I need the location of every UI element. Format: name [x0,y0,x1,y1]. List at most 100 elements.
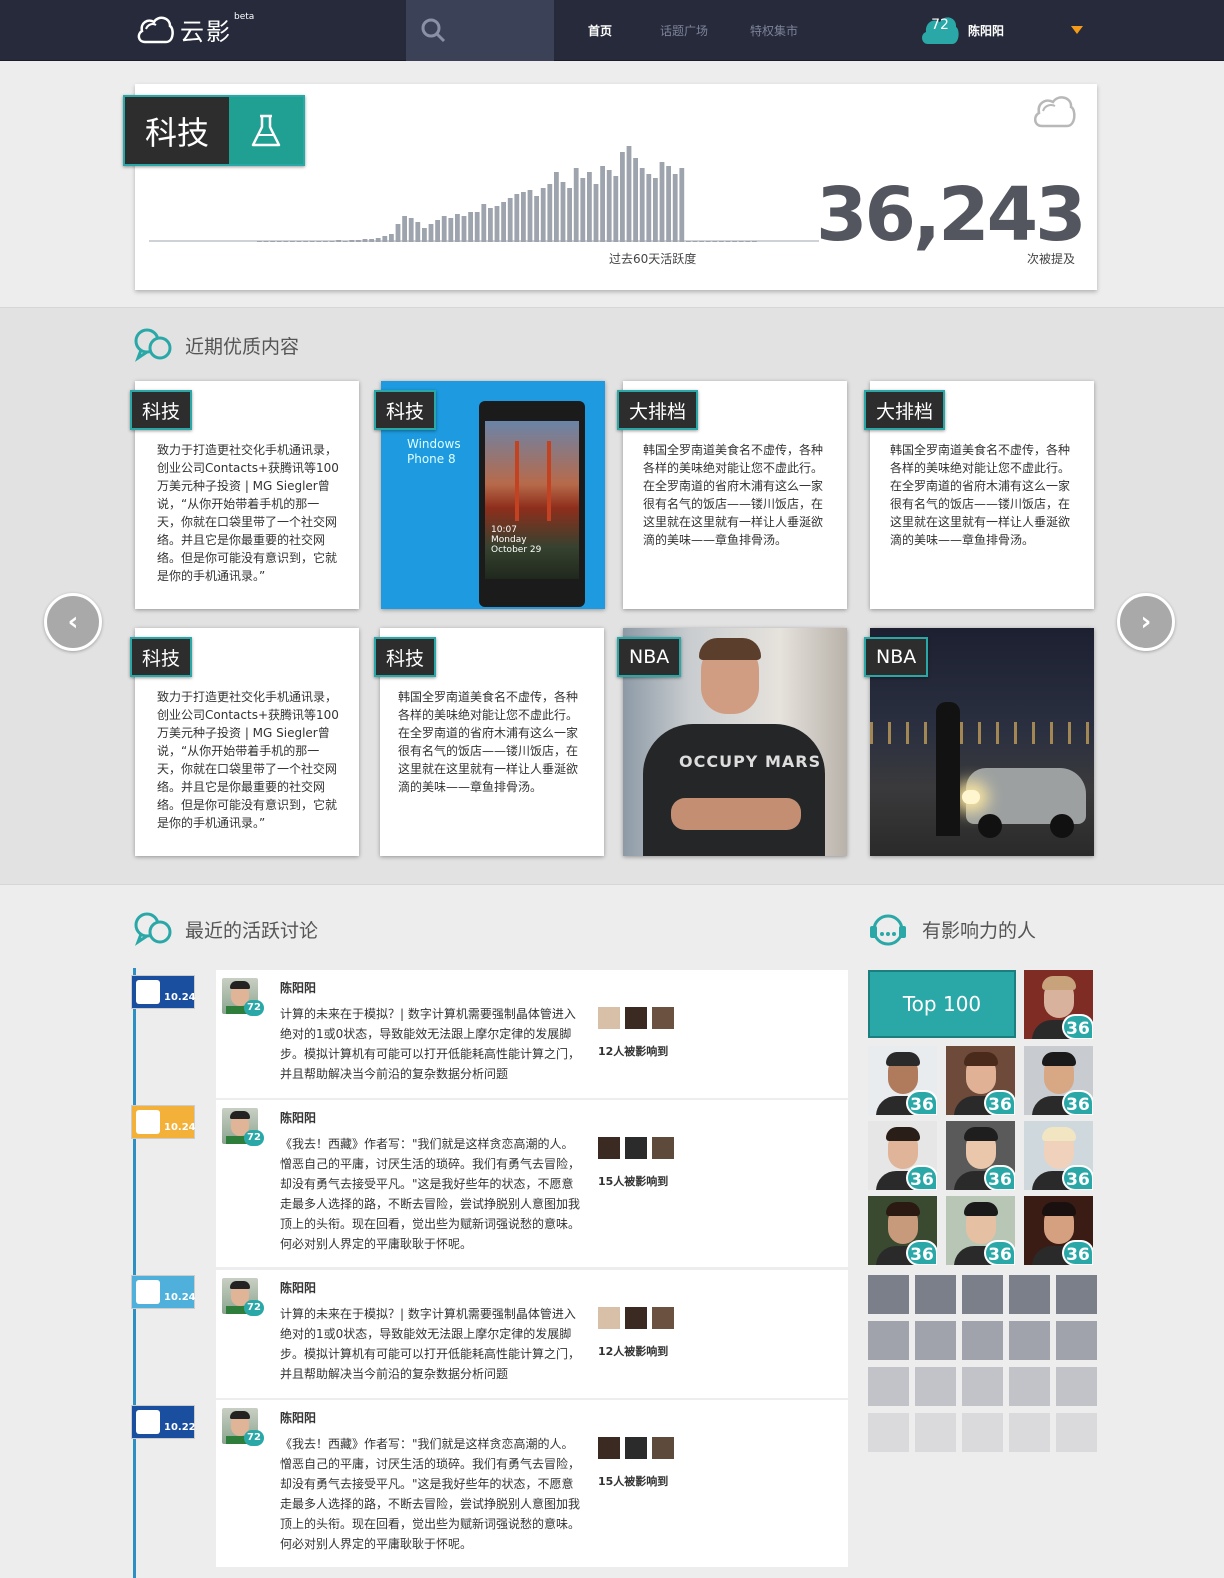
activity-bar [257,241,262,242]
activity-bar [580,178,586,242]
influencer-avatar[interactable]: 36 [1024,1196,1093,1265]
activity-bar [692,241,698,242]
avatar[interactable] [625,1437,647,1459]
logo[interactable]: 云影 beta [136,12,254,47]
placeholder-tile [1056,1321,1097,1360]
nav-topics[interactable]: 话题广场 [660,22,708,39]
avatar[interactable] [652,1007,674,1029]
avatar[interactable] [652,1307,674,1329]
poster-name[interactable]: 陈阳阳 [280,1409,316,1426]
discussion-item[interactable]: 72 陈阳阳 《我去！西藏》作者写："我们就是这样贪恋高潮的人。憎恶自己的平庸，讨厌… [216,1100,848,1267]
placeholder-tile [1056,1413,1097,1452]
poster-name[interactable]: 陈阳阳 [280,979,316,996]
influenced-avatars [598,1137,674,1159]
activity-bar [389,234,394,242]
post-text: 《我去！西藏》作者写："我们就是这样贪恋高潮的人。憎恶自己的平庸，讨厌生活的琐碎… [280,1437,581,1551]
activity-bar [461,216,467,242]
source-date-badge[interactable]: 10.24 [131,975,196,1009]
search-icon [421,18,446,43]
card-tag: 科技 [374,390,437,430]
influencer-avatar[interactable]: 36 [946,1121,1015,1190]
avatar[interactable] [625,1007,647,1029]
influencer-avatar[interactable]: 36 [1024,970,1093,1039]
avatar[interactable] [625,1307,647,1329]
influenced-avatars [598,1437,674,1459]
activity-bar [514,194,520,242]
activity-bar [666,166,671,242]
activity-bar [719,241,724,242]
avatar[interactable] [598,1307,620,1329]
avatar[interactable] [625,1137,647,1159]
activity-bar [560,182,566,242]
avatar-score: 72 [244,1000,264,1016]
influencer-avatar[interactable]: 36 [946,1196,1015,1265]
activity-bar [745,241,751,242]
influencer-avatar[interactable]: 36 [1024,1046,1093,1115]
influencer-score: 36 [906,1090,937,1115]
influenced-count: 15人被影响到 [598,1175,669,1188]
influencer-avatar[interactable]: 36 [868,1046,937,1115]
avatar[interactable] [598,1007,620,1029]
source-date-badge[interactable]: 10.22 [131,1405,196,1439]
post-text: 计算的未来在于模拟？| 数字计算机需要强制晶体管进入绝对的1或0状态，导致能效无… [280,1007,581,1081]
discussion-item[interactable]: 72 陈阳阳计算的未来在于模拟？| 数字计算机需要强制晶体管进入绝对的1或0状态，… [216,970,848,1098]
influencer-score: 36 [1062,1165,1093,1190]
placeholder-tile [962,1275,1003,1314]
activity-bar [705,241,711,242]
top100-button[interactable]: Top 100 [868,970,1016,1038]
activity-bar [699,241,704,242]
activity-bar [474,212,480,242]
influencer-avatar[interactable]: 36 [946,1046,1015,1115]
influencer-avatar[interactable]: 36 [868,1196,937,1265]
post-date: 10.22 [164,1422,196,1433]
influencers-section-title: 有影响力的人 [868,910,1036,948]
influenced-avatars [598,1007,674,1029]
weibo-tencent-icon [136,980,160,1004]
poster-name[interactable]: 陈阳阳 [280,1109,316,1126]
card-text: 韩国全罗南道美食名不虚传，各种各样的美味绝对能让您不虚此行。在全罗南道的省府木浦… [643,443,824,547]
influencer-avatar[interactable]: 36 [1024,1121,1093,1190]
influencer-avatar[interactable]: 36 [868,1121,937,1190]
activity-bar [521,192,526,242]
card-text: 致力于打造更社交化手机通讯录，创业公司Contacts+获腾讯等100万美元种子… [157,443,339,583]
activity-bar [672,174,678,242]
activity-bar [329,241,335,242]
discussion-item[interactable]: 72 陈阳阳 计算的未来在于模拟？| 数字计算机需要强制晶体管进入绝对的1或0状态，… [216,1270,848,1398]
activity-bar [263,241,269,242]
activity-bar [494,206,500,242]
activity-bar [606,170,612,242]
placeholder-tile [1009,1413,1050,1452]
avatar[interactable] [652,1137,674,1159]
activity-bar [276,241,282,242]
dropdown-caret-icon[interactable] [1071,26,1083,34]
influencer-score: 36 [984,1165,1015,1190]
source-date-badge[interactable]: 10.24 [131,1105,196,1139]
influencer-score: 36 [1062,1240,1093,1265]
activity-bar [567,188,572,242]
discussion-item[interactable]: 72 陈阳阳 《我去！西藏》作者写："我们就是这样贪恋高潮的人。憎恶自己的平庸，讨厌… [216,1400,848,1567]
carousel-prev-button[interactable]: ‹ [44,593,102,651]
avatar[interactable] [598,1437,620,1459]
nav-market[interactable]: 特权集市 [750,22,798,39]
activity-bar [613,176,619,242]
activity-bar [435,220,440,242]
user-menu[interactable]: 72 陈阳阳 [920,14,1004,46]
poster-name[interactable]: 陈阳阳 [280,1279,316,1296]
card-tag: NBA [864,637,929,677]
placeholder-tile [868,1367,909,1406]
activity-bar [455,214,460,242]
activity-bar [283,241,289,242]
activity-bar [290,241,295,242]
activity-bar [369,239,374,242]
activity-bar [600,166,605,242]
avatar[interactable] [598,1137,620,1159]
nav-home[interactable]: 首页 [588,22,612,39]
avatar[interactable] [652,1437,674,1459]
activity-bar [712,241,718,242]
source-date-badge[interactable]: 10.24 [131,1275,196,1309]
post-date: 10.24 [164,992,196,1003]
timeline-line [133,968,136,1578]
activity-bar [468,212,473,242]
carousel-next-button[interactable]: › [1117,593,1175,651]
search-button[interactable] [406,0,554,61]
